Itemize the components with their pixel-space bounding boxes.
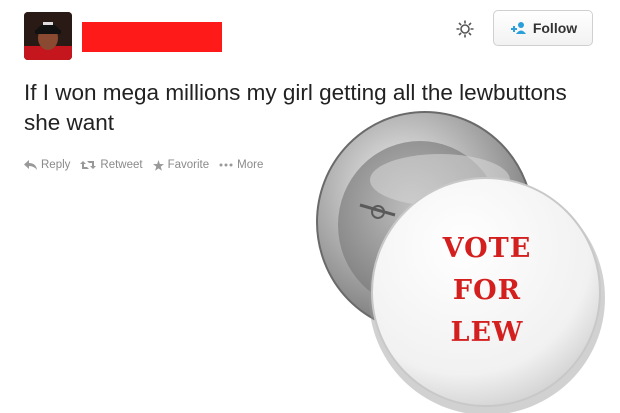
favorite-label: Favorite — [167, 159, 210, 171]
more-label: More — [237, 159, 264, 171]
follow-label: Follow — [532, 20, 578, 36]
more-action[interactable]: More — [219, 159, 263, 171]
tweet-header: Follow — [0, 0, 620, 70]
retweet-label: Retweet — [100, 159, 143, 171]
tweet-actions: Reply Retweet Favorite More — [24, 156, 263, 174]
retweet-icon — [80, 161, 97, 169]
retweet-action[interactable]: Retweet — [80, 159, 143, 171]
redacted-username — [82, 22, 222, 52]
vote-for-lew-text: VOTE FOR LEW — [427, 228, 547, 354]
tweet-text: If I won mega millions my girl getting a… — [24, 80, 567, 135]
reply-action[interactable]: Reply — [24, 159, 70, 171]
add-user-icon — [509, 21, 527, 35]
reply-icon — [24, 160, 37, 170]
button-line-2: FOR — [452, 275, 522, 306]
avatar[interactable] — [24, 12, 72, 60]
settings-button[interactable] — [452, 16, 478, 42]
follow-button[interactable]: Follow — [493, 10, 593, 46]
more-dots-icon — [219, 163, 233, 167]
reply-label: Reply — [41, 159, 71, 171]
favorite-action[interactable]: Favorite — [152, 159, 210, 171]
avatar-photo-icon — [24, 12, 72, 60]
button-line-1: VOTE — [442, 233, 532, 264]
star-icon — [152, 159, 164, 171]
gear-icon — [456, 20, 474, 38]
button-line-3: LEW — [450, 317, 524, 348]
